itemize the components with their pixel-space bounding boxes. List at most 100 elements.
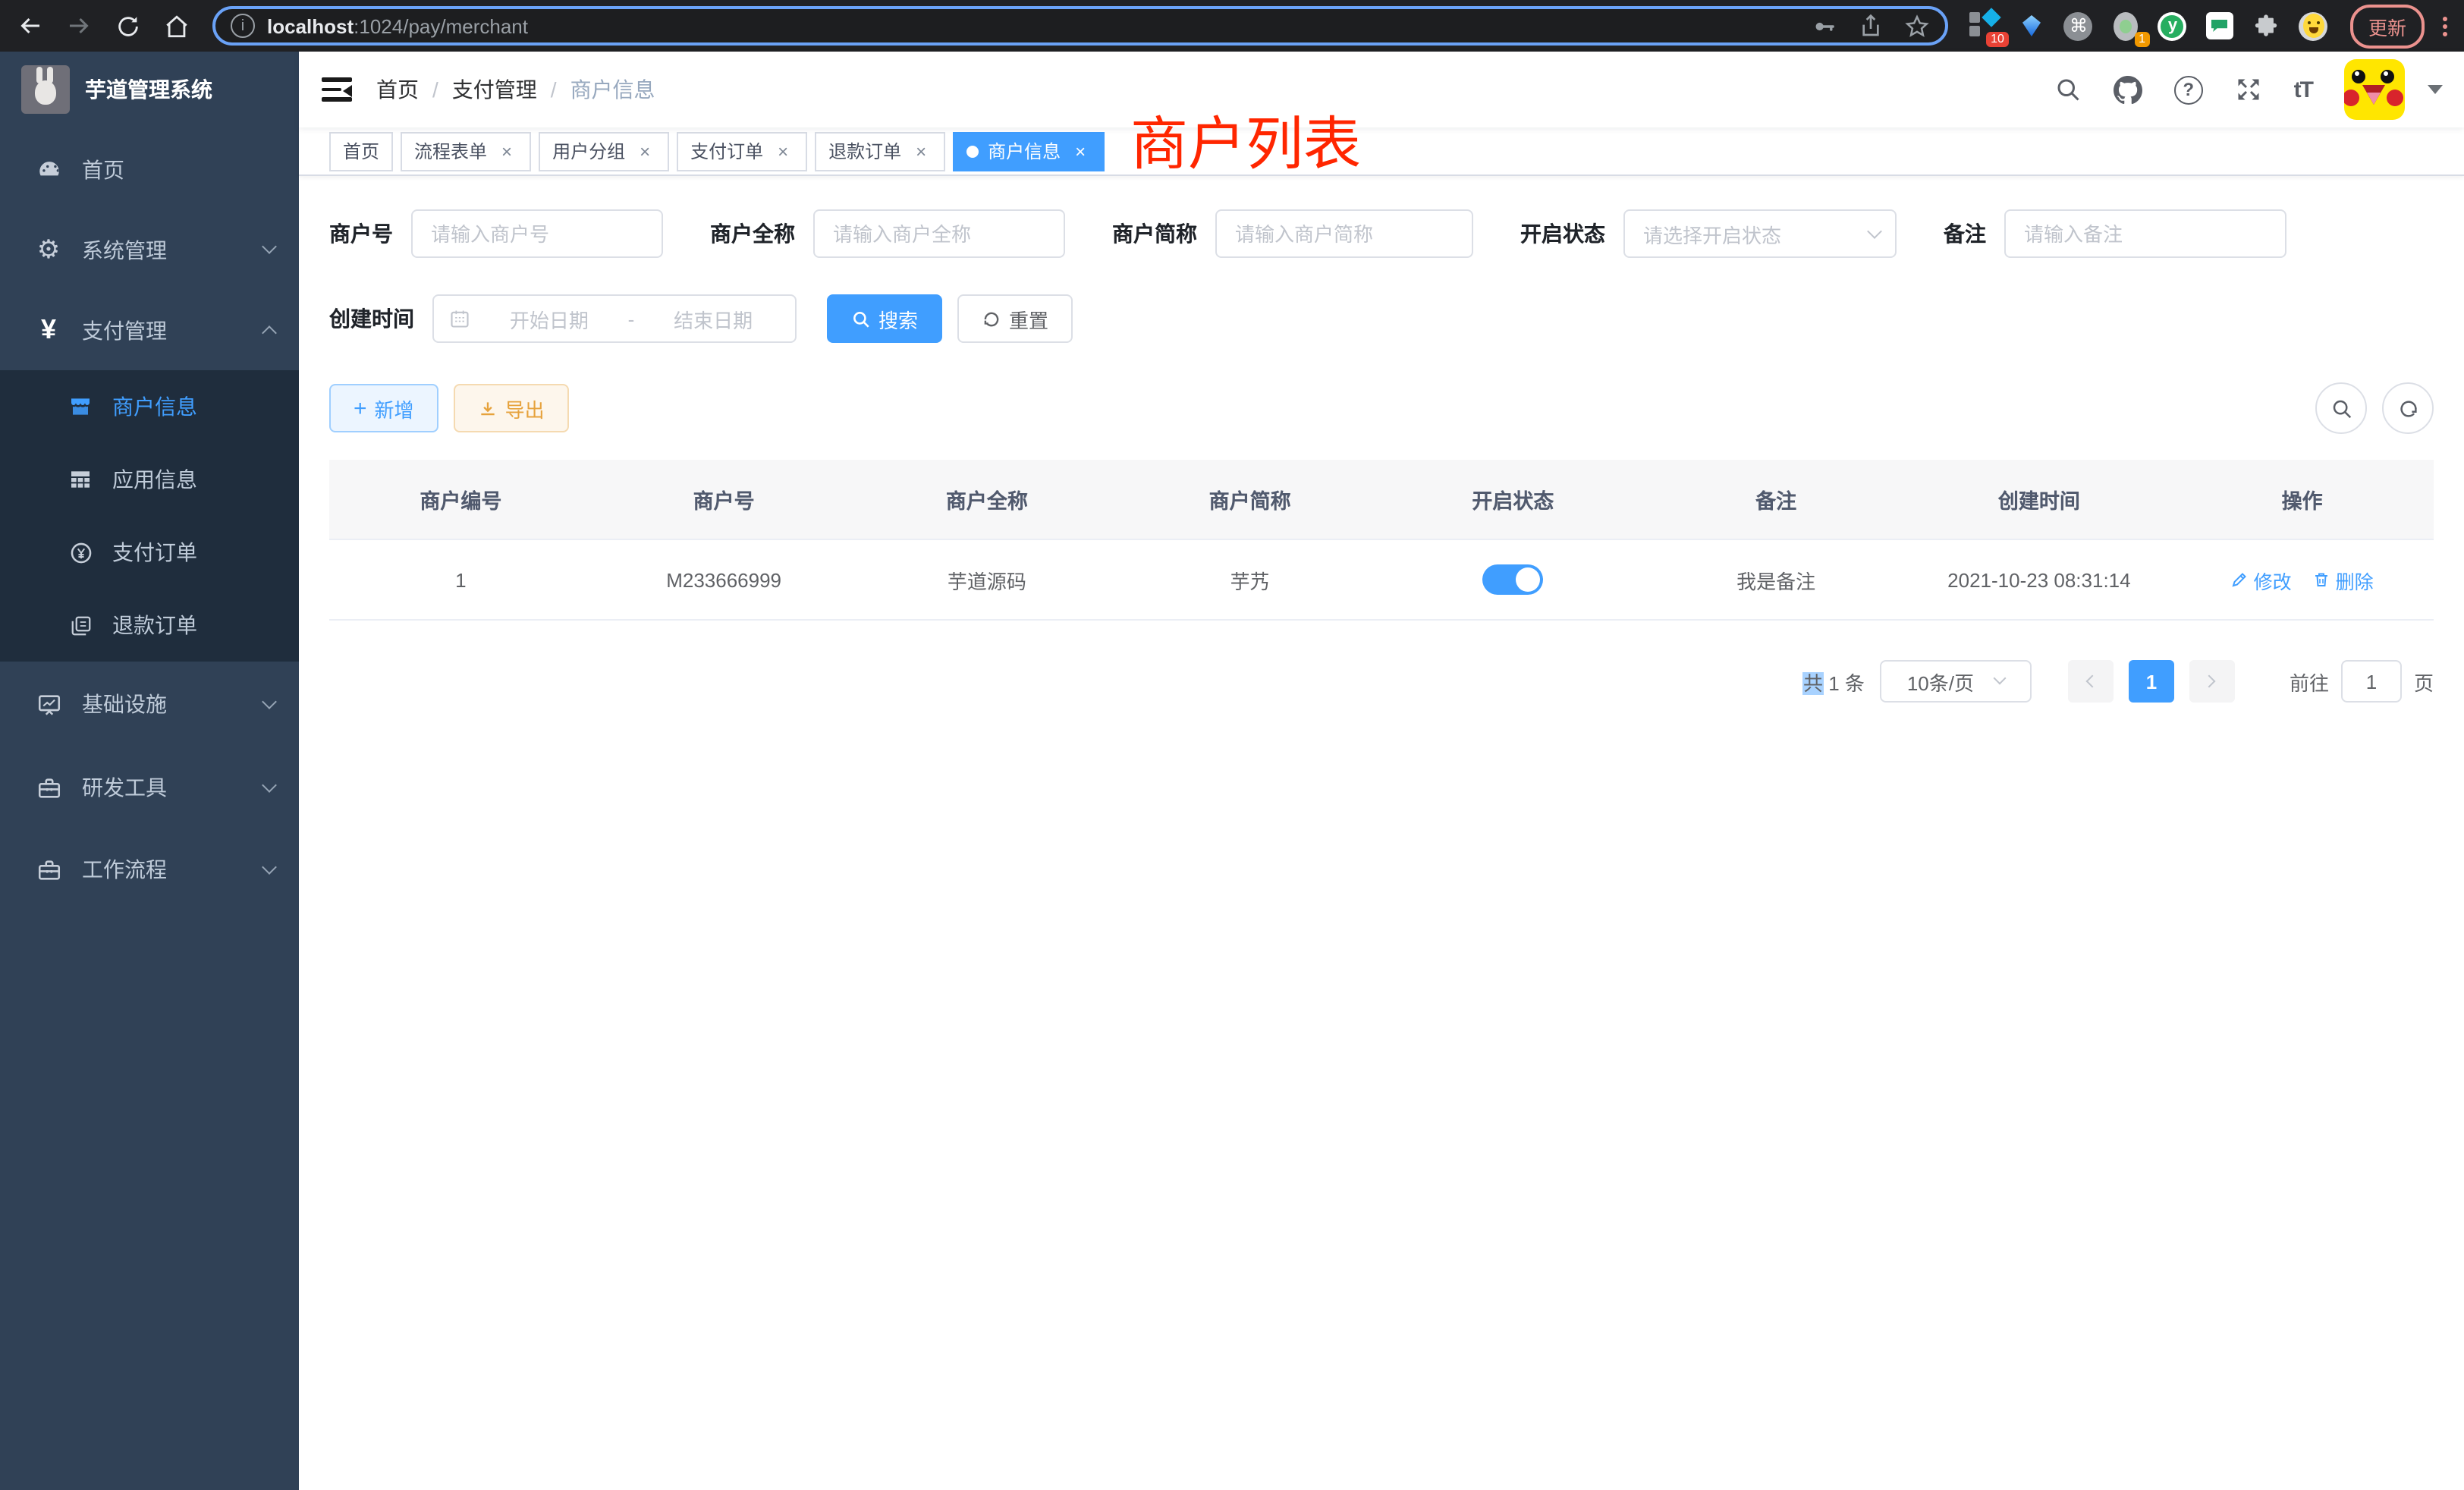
grid-icon [62,467,99,492]
extension-session-icon[interactable]: 1 [2110,11,2141,41]
start-date-placeholder: 开始日期 [482,304,616,333]
extension-badge: 1 [2134,32,2150,47]
prev-page-button[interactable] [2068,660,2114,703]
sidebar-item-devtools[interactable]: 研发工具 [0,747,299,828]
sidebar-item-infra[interactable]: 基础设施 [0,662,299,747]
full-name-input[interactable] [813,209,1065,258]
status-toggle[interactable] [1482,564,1543,595]
sidebar-item-system[interactable]: ⚙ 系统管理 [0,209,299,290]
sidebar: 芋道管理系统 首页 ⚙ 系统管理 ¥ 支付管理 [0,52,299,1490]
tab-user-group[interactable]: 用户分组× [539,131,669,171]
status-select[interactable]: 请选择开启状态 [1623,209,1897,258]
tab-merchant-info[interactable]: 商户信息× [953,131,1105,171]
tags-view-bar: 首页 流程表单× 用户分组× 支付订单× 退款订单× 商户信息× [299,127,2464,176]
sidebar-item-label: 退款订单 [112,610,275,640]
bookmark-star-icon[interactable] [1904,13,1930,39]
app-logo[interactable]: 芋道管理系统 [0,52,299,127]
back-icon[interactable] [9,5,52,47]
tab-home[interactable]: 首页 [329,131,393,171]
site-info-icon[interactable]: i [231,14,255,38]
chrome-update-button[interactable]: 更新 [2350,4,2425,48]
github-icon[interactable] [2114,75,2142,104]
merchant-table: 商户编号 商户号 商户全称 商户简称 开启状态 备注 创建时间 操作 1 M23… [329,460,2434,621]
goto-page-input[interactable] [2341,660,2402,703]
url-bar[interactable]: i localhost:1024/pay/merchant [212,6,1948,46]
remark-input[interactable] [2004,209,2286,258]
breadcrumb-pay[interactable]: 支付管理 [452,74,537,105]
password-key-icon[interactable] [1812,13,1837,39]
export-button[interactable]: 导出 [454,384,569,432]
tab-pay-order[interactable]: 支付订单× [677,131,807,171]
refresh-table-button[interactable] [2382,382,2434,434]
gear-icon: ⚙ [30,234,67,265]
sidebar-item-workflow[interactable]: 工作流程 [0,828,299,910]
sidebar-item-refund-order[interactable]: 退款订单 [0,589,299,662]
end-date-placeholder: 结束日期 [646,304,780,333]
extension-chat-icon[interactable] [2205,11,2235,41]
breadcrumb-separator: / [551,77,557,102]
breadcrumb-home[interactable]: 首页 [376,74,419,105]
share-icon[interactable] [1859,14,1883,38]
tab-refund-order[interactable]: 退款订单× [815,131,945,171]
tab-process-form[interactable]: 流程表单× [401,131,531,171]
show-search-toggle-button[interactable] [2315,382,2367,434]
url-path: :1024/pay/merchant [354,14,528,37]
extension-emoji-icon[interactable] [2299,11,2329,41]
search-button[interactable]: 搜索 [827,294,942,343]
sidebar-item-home[interactable]: 首页 [0,129,299,209]
sidebar-item-pay-order[interactable]: 支付订单 [0,516,299,589]
sidebar-collapse-icon[interactable] [322,77,352,102]
close-icon[interactable]: × [496,140,517,162]
tab-label: 首页 [343,138,379,164]
goto-unit: 页 [2414,667,2434,696]
page-size-select[interactable]: 10条/页 [1880,660,2032,703]
logo-rabbit-avatar [21,65,70,114]
edit-link[interactable]: 修改 [2231,565,2292,594]
monitor-chart-icon [30,691,67,717]
fullscreen-icon[interactable] [2235,76,2262,103]
col-header: 创建时间 [1908,460,2171,539]
close-icon[interactable]: × [1070,140,1091,162]
avatar-dropdown-caret-icon[interactable] [2428,85,2443,94]
close-icon[interactable]: × [910,140,932,162]
sidebar-item-app-info[interactable]: 应用信息 [0,443,299,516]
chevron-down-icon [262,777,277,792]
selected-text: 共 [1803,671,1823,694]
sidebar-menu: 首页 ⚙ 系统管理 ¥ 支付管理 [0,127,299,1490]
font-size-icon[interactable]: tT [2294,77,2312,102]
filter-row-1: 商户号 商户全称 商户简称 开启状态 请选择开启状态 [329,209,2434,258]
status-label: 开启状态 [1520,218,1605,249]
col-header: 商户简称 [1118,460,1381,539]
cell-create-time: 2021-10-23 08:31:14 [1908,568,2171,591]
browser-menu-icon[interactable] [2440,16,2449,36]
sidebar-item-pay[interactable]: ¥ 支付管理 [0,290,299,370]
store-icon [62,395,99,419]
search-icon[interactable] [2054,76,2082,103]
add-button[interactable]: + 新增 [329,384,438,432]
forward-icon[interactable] [58,5,100,47]
close-icon[interactable]: × [772,140,794,162]
extension-y-icon[interactable]: y [2158,11,2188,41]
calendar-icon [449,308,470,329]
page-1-button[interactable]: 1 [2129,660,2174,703]
app-title: 芋道管理系统 [85,74,212,105]
delete-link[interactable]: 删除 [2313,565,2374,594]
extension-badge: 10 [1986,32,2009,47]
url-text[interactable]: localhost:1024/pay/merchant [267,14,1790,37]
reset-button[interactable]: 重置 [957,294,1073,343]
extensions-puzzle-icon[interactable] [2252,11,2282,41]
sidebar-item-merchant-info[interactable]: 商户信息 [0,370,299,443]
extension-pintab-icon[interactable]: 10 [1969,11,2000,41]
extension-command-icon[interactable]: ⌘ [2063,11,2094,41]
create-time-range-picker[interactable]: 开始日期 - 结束日期 [432,294,797,343]
extension-gem-icon[interactable] [2016,11,2047,41]
short-name-input[interactable] [1215,209,1473,258]
home-icon[interactable] [155,5,197,47]
status-select-placeholder: 请选择开启状态 [1643,219,1869,248]
merchant-no-input[interactable] [411,209,663,258]
user-avatar[interactable] [2344,59,2405,120]
close-icon[interactable]: × [634,140,655,162]
reload-icon[interactable] [106,5,149,47]
help-icon[interactable]: ? [2174,75,2203,104]
next-page-button[interactable] [2189,660,2235,703]
